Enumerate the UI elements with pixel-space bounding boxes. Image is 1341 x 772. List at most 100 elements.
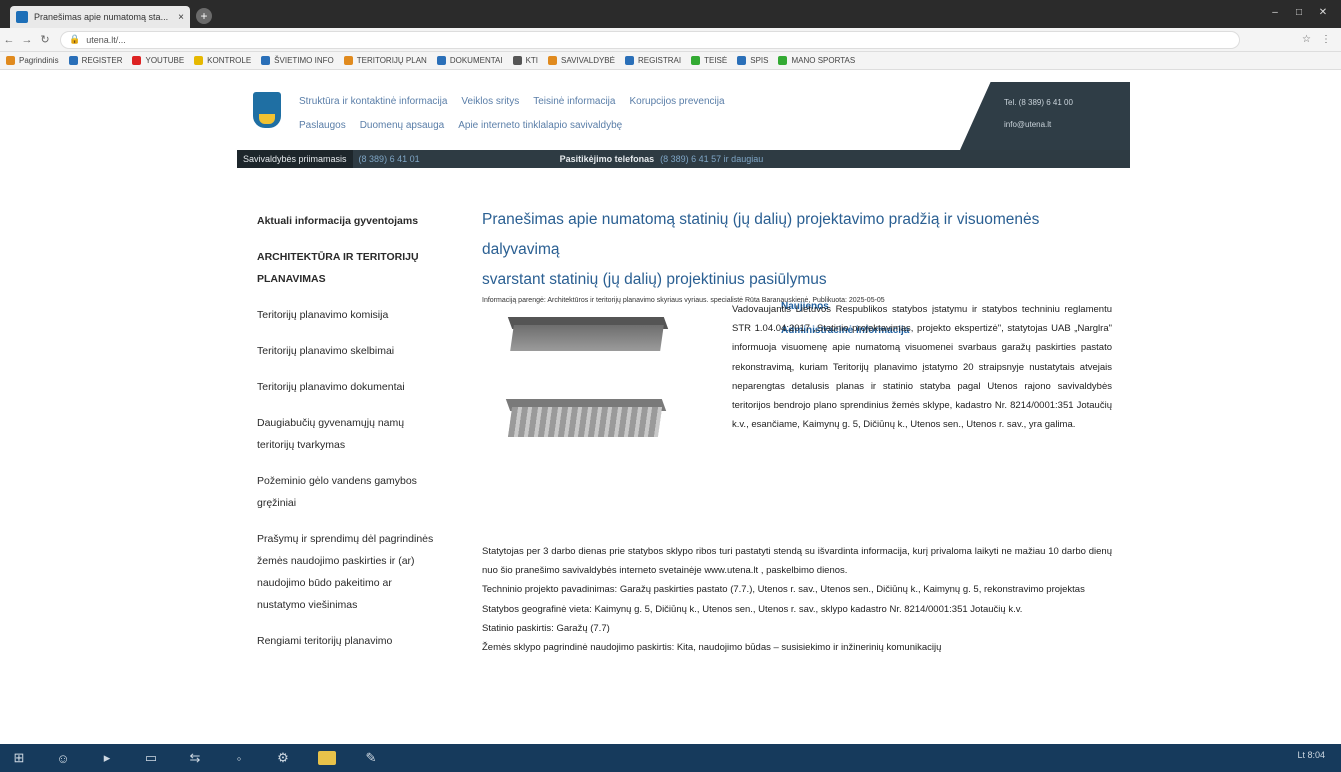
media-icon[interactable]: ▸: [98, 750, 116, 766]
bookmark-icon: [68, 56, 78, 65]
tab-title: Pranešimas apie numatomą sta...: [34, 12, 169, 22]
article-title-line-1: Pranešimas apie numatomą statinių (jų da…: [482, 211, 1040, 258]
bookmark-label: REGISTRAI: [637, 56, 682, 65]
bookmark-icon: [436, 56, 446, 65]
menu-item[interactable]: Struktūra ir kontaktinė informacija: [299, 96, 447, 107]
bookmark-item[interactable]: SAVIVALDYBĖ: [548, 56, 615, 65]
bookmark-label: YOUTUBE: [145, 56, 185, 65]
site-header: Naujienos Struktūra ir kontaktinė informa…: [237, 82, 1130, 336]
browser-toolbar: ← → ↻ 🔒 utena.lt/... ☆ ⋮: [0, 28, 1341, 52]
close-window-icon[interactable]: ✕: [1315, 6, 1331, 20]
menu-item[interactable]: Paslaugos: [299, 120, 346, 131]
start-icon[interactable]: ⊞: [10, 750, 28, 766]
sidebar-nav: Aktuali informacija gyventojams ARCHITEKT…: [257, 210, 437, 666]
bookmark-icon: [778, 56, 788, 65]
bookmark-icon: [261, 56, 271, 65]
back-icon[interactable]: ←: [0, 34, 18, 46]
os-taskbar: ⊞ ☺ ▸ ▭ ⇆ ◦ ⚙ ✎ Lt 8:04: [0, 744, 1341, 772]
menu-item[interactable]: Teisinė informacija: [533, 96, 615, 107]
bookmark-label: TEISĖ: [704, 56, 728, 65]
bookmark-icon: [691, 56, 701, 65]
article-title: Pranešimas apie numatomą statinių (jų da…: [482, 205, 1112, 295]
bookmark-label: DOKUMENTAI: [449, 56, 503, 65]
trust-phone-label: Pasitikėjimo telefonas: [559, 154, 655, 164]
header-phone[interactable]: Tel. (8 389) 6 41 00: [1004, 98, 1073, 107]
bookmark-item[interactable]: REGISTRAI: [624, 56, 682, 65]
reception-phone[interactable]: (8 389) 6 41 01: [359, 154, 420, 164]
bookmark-label: TERITORIJŲ PLAN: [356, 56, 427, 65]
edit-icon[interactable]: ✎: [362, 750, 380, 766]
sidebar-item[interactable]: Požeminio gėlo vandens gamybos gręžiniai: [257, 470, 437, 514]
extensions-icon[interactable]: ⋮: [1321, 34, 1331, 45]
main-menu-row-2: Administracinė informacija Paslaugos Duome…: [299, 120, 909, 336]
address-bar[interactable]: 🔒 utena.lt/...: [60, 30, 1240, 49]
sidebar-item[interactable]: Teritorijų planavimo komisija: [257, 304, 437, 326]
app-icon[interactable]: ◦: [230, 751, 248, 766]
sidebar-item[interactable]: Teritorijų planavimo dokumentai: [257, 376, 437, 398]
article: Pranešimas apie numatomą statinių (jų da…: [482, 205, 1112, 653]
bookmark-item[interactable]: KTI: [512, 56, 539, 65]
browser-tab-strip: Pranešimas apie numatomą sta... × + – □ …: [0, 0, 1341, 28]
menu-item[interactable]: Korupcijos prevencija: [629, 96, 724, 107]
bookmark-icon: [737, 56, 747, 65]
new-tab-button[interactable]: +: [196, 8, 212, 24]
sidebar-item[interactable]: Prašymų ir sprendimų dėl pagrindinės žem…: [257, 528, 437, 616]
window-controls: – □ ✕: [1267, 6, 1331, 20]
bookmark-item[interactable]: ŠVIETIMO INFO: [261, 56, 334, 65]
bookmark-icon: [132, 56, 142, 65]
sidebar-item[interactable]: Aktuali informacija gyventojams: [257, 210, 437, 232]
bookmarks-bar: Pagrindinis REGISTER YOUTUBE KONTROLE ŠVIETI…: [0, 52, 1341, 70]
system-tray[interactable]: Lt 8:04: [1297, 750, 1325, 760]
star-icon[interactable]: ☆: [1302, 34, 1311, 45]
close-tab-icon[interactable]: ×: [178, 12, 184, 23]
bookmark-label: SAVIVALDYBĖ: [561, 56, 615, 65]
window-icon[interactable]: ▭: [142, 750, 160, 766]
bookmark-item[interactable]: SPIS: [737, 56, 768, 65]
bookmark-item[interactable]: REGISTER: [68, 56, 123, 65]
reload-icon[interactable]: ↻: [36, 33, 54, 46]
bookmark-item[interactable]: DOKUMENTAI: [436, 56, 503, 65]
menu-item[interactable]: Duomenų apsauga: [360, 120, 445, 131]
sidebar-item[interactable]: Rengiami teritorijų planavimo: [257, 630, 437, 652]
sidebar-item[interactable]: Teritorijų planavimo skelbimai: [257, 340, 437, 362]
network-icon[interactable]: ⇆: [186, 750, 204, 766]
bookmark-item[interactable]: MANO SPORTAS: [778, 56, 855, 65]
bookmark-label: REGISTER: [81, 56, 123, 65]
bookmark-label: Pagrindinis: [19, 56, 59, 65]
browser-tab[interactable]: Pranešimas apie numatomą sta... ×: [10, 6, 190, 28]
article-title-line-2: svarstant statinių (jų dalių) projektini…: [482, 271, 827, 288]
minimize-icon[interactable]: –: [1267, 6, 1283, 20]
forward-icon[interactable]: →: [18, 34, 36, 46]
bookmark-item[interactable]: YOUTUBE: [132, 56, 184, 65]
sidebar-item[interactable]: ARCHITEKTŪRA IR TERITORIJŲ PLANAVIMAS: [257, 246, 437, 290]
lock-icon: 🔒: [69, 34, 81, 44]
article-paragraph: Techninio projekto pavadinimas: Garažų p…: [482, 584, 1085, 596]
bookmark-label: KONTROLE: [207, 56, 252, 65]
reception-label: Savivaldybės priimamasis: [237, 150, 353, 168]
bookmark-label: SPIS: [750, 56, 769, 65]
folder-icon[interactable]: [318, 751, 336, 765]
bookmark-label: KTI: [525, 56, 539, 65]
sidebar-item[interactable]: Daugiabučių gyvenamųjų namų teritorijų t…: [257, 412, 437, 456]
utena-logo-icon[interactable]: [253, 92, 281, 128]
trust-phone-value[interactable]: (8 389) 6 41 57 ir daugiau: [660, 154, 763, 164]
contact-band: Savivaldybės priimamasis (8 389) 6 41 01…: [237, 150, 1130, 168]
user-icon[interactable]: ☺: [54, 751, 72, 766]
bookmark-icon: [194, 56, 204, 65]
article-paragraph: Statytojas per 3 darbo dienas prie staty…: [482, 546, 1112, 577]
bookmark-label: MANO SPORTAS: [791, 56, 856, 65]
menu-item[interactable]: Veiklos sritys: [461, 96, 519, 107]
settings-icon[interactable]: ⚙: [274, 750, 292, 766]
bookmark-item[interactable]: Pagrindinis: [6, 56, 59, 65]
maximize-icon[interactable]: □: [1291, 6, 1307, 20]
bookmark-item[interactable]: KONTROLE: [194, 56, 251, 65]
bookmark-icon: [343, 56, 353, 65]
bookmark-item[interactable]: TEISĖ: [691, 56, 727, 65]
article-paragraph: Žemės sklypo pagrindinė naudojimo paskir…: [482, 642, 942, 654]
header-email[interactable]: info@utena.lt: [1004, 120, 1051, 129]
bookmark-item[interactable]: TERITORIJŲ PLAN: [343, 56, 427, 65]
menu-item[interactable]: Apie interneto tinklalapio savivaldybę: [458, 120, 622, 131]
article-paragraph: Statybos geografinė vieta: Kaimynų g. 5,…: [482, 603, 1023, 615]
main-menu-row-1: Naujienos Struktūra ir kontaktinė informa…: [299, 96, 829, 312]
bookmark-label: ŠVIETIMO INFO: [274, 56, 334, 65]
